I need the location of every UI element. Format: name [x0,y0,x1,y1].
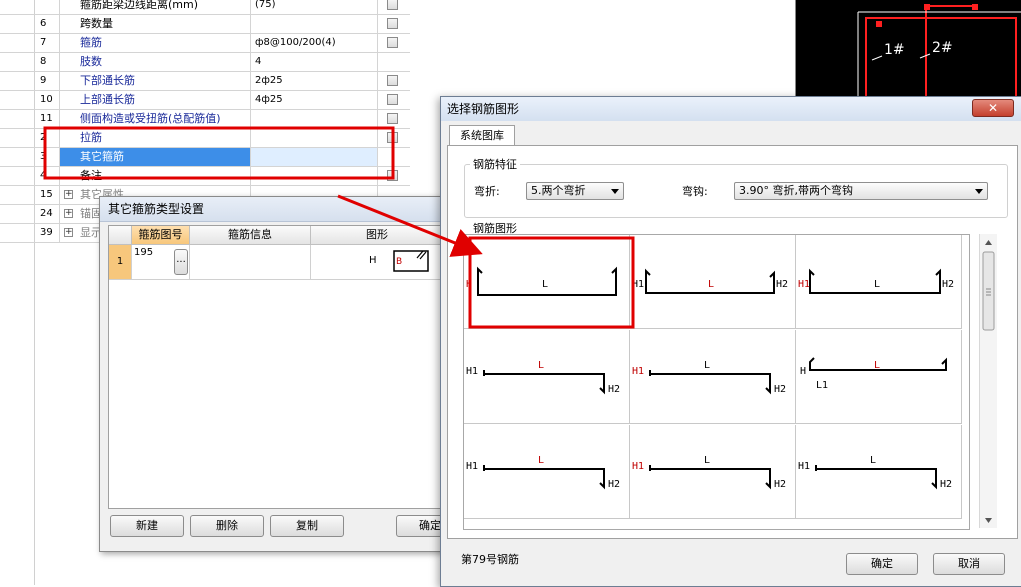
highlight-box-row [43,126,395,180]
annotation-arrow [337,194,483,257]
highlight-box-shape [468,236,635,329]
annotation-overlay [43,126,635,329]
